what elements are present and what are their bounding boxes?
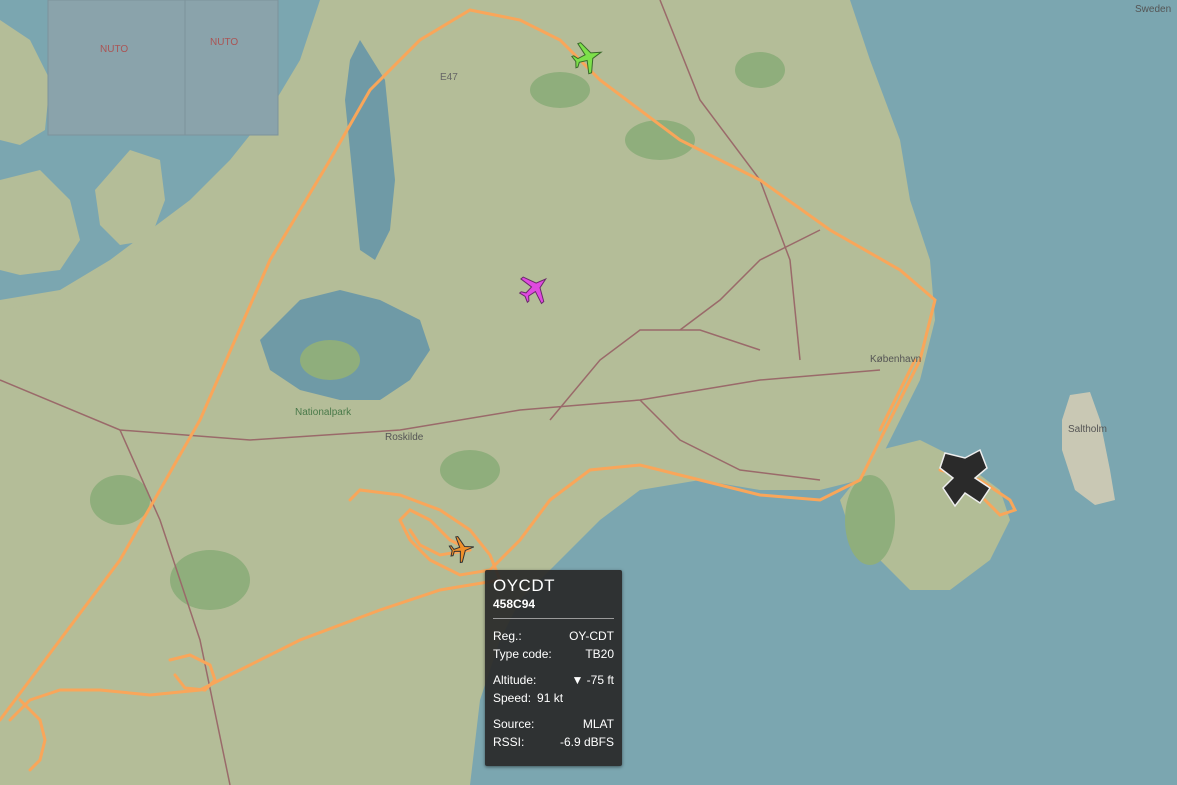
label-island: Saltholm bbox=[1068, 424, 1107, 435]
tooltip-altitude-label: Altitude: bbox=[493, 673, 537, 687]
tooltip-divider bbox=[493, 618, 614, 619]
label-roskilde: Roskilde bbox=[385, 432, 424, 443]
aircraft-info-tooltip: OYCDT 458C94 Reg.: OY-CDT Type code: TB2… bbox=[485, 570, 622, 766]
label-top-left-1: NUTO bbox=[100, 44, 128, 55]
tooltip-row-reg: Reg.: OY-CDT bbox=[493, 627, 614, 645]
tooltip-source-value: MLAT bbox=[582, 717, 614, 731]
label-national-park: Nationalpark bbox=[295, 407, 352, 418]
tooltip-row-altitude: Altitude: ▼ -75 ft bbox=[493, 671, 614, 689]
label-copenhagen: København bbox=[870, 354, 921, 365]
tooltip-hex: 458C94 bbox=[493, 597, 536, 611]
tooltip-speed-value: 91 kt bbox=[537, 691, 564, 705]
tooltip-reg-value: OY-CDT bbox=[569, 629, 614, 643]
tooltip-rssi-value: -6.9 dBFS bbox=[559, 735, 614, 749]
tooltip-speed-label: Speed: bbox=[493, 691, 532, 705]
tooltip-source-label: Source: bbox=[493, 717, 535, 731]
tooltip-reg-label: Reg.: bbox=[493, 629, 522, 643]
tooltip-row-rssi: RSSI: -6.9 dBFS bbox=[493, 733, 614, 751]
tooltip-rssi-label: RSSI: bbox=[493, 735, 525, 749]
tooltip-row-type: Type code: TB20 bbox=[493, 645, 614, 663]
tooltip-type-value: TB20 bbox=[585, 647, 614, 661]
map-view[interactable]: NUTO NUTO E47 Nationalpark Roskilde Købe… bbox=[0, 0, 1177, 785]
restricted-zone bbox=[47, 0, 279, 136]
tooltip-row-speed: Speed: 91 kt bbox=[493, 689, 614, 707]
label-town-north: E47 bbox=[440, 72, 458, 83]
tooltip-callsign: OYCDT bbox=[493, 576, 555, 595]
label-top-right: Sweden bbox=[1135, 4, 1171, 15]
tooltip-row-source: Source: MLAT bbox=[493, 715, 614, 733]
tooltip-type-label: Type code: bbox=[493, 647, 552, 661]
label-top-left-2: NUTO bbox=[210, 37, 238, 48]
tooltip-altitude-value: ▼ -75 ft bbox=[571, 673, 614, 687]
